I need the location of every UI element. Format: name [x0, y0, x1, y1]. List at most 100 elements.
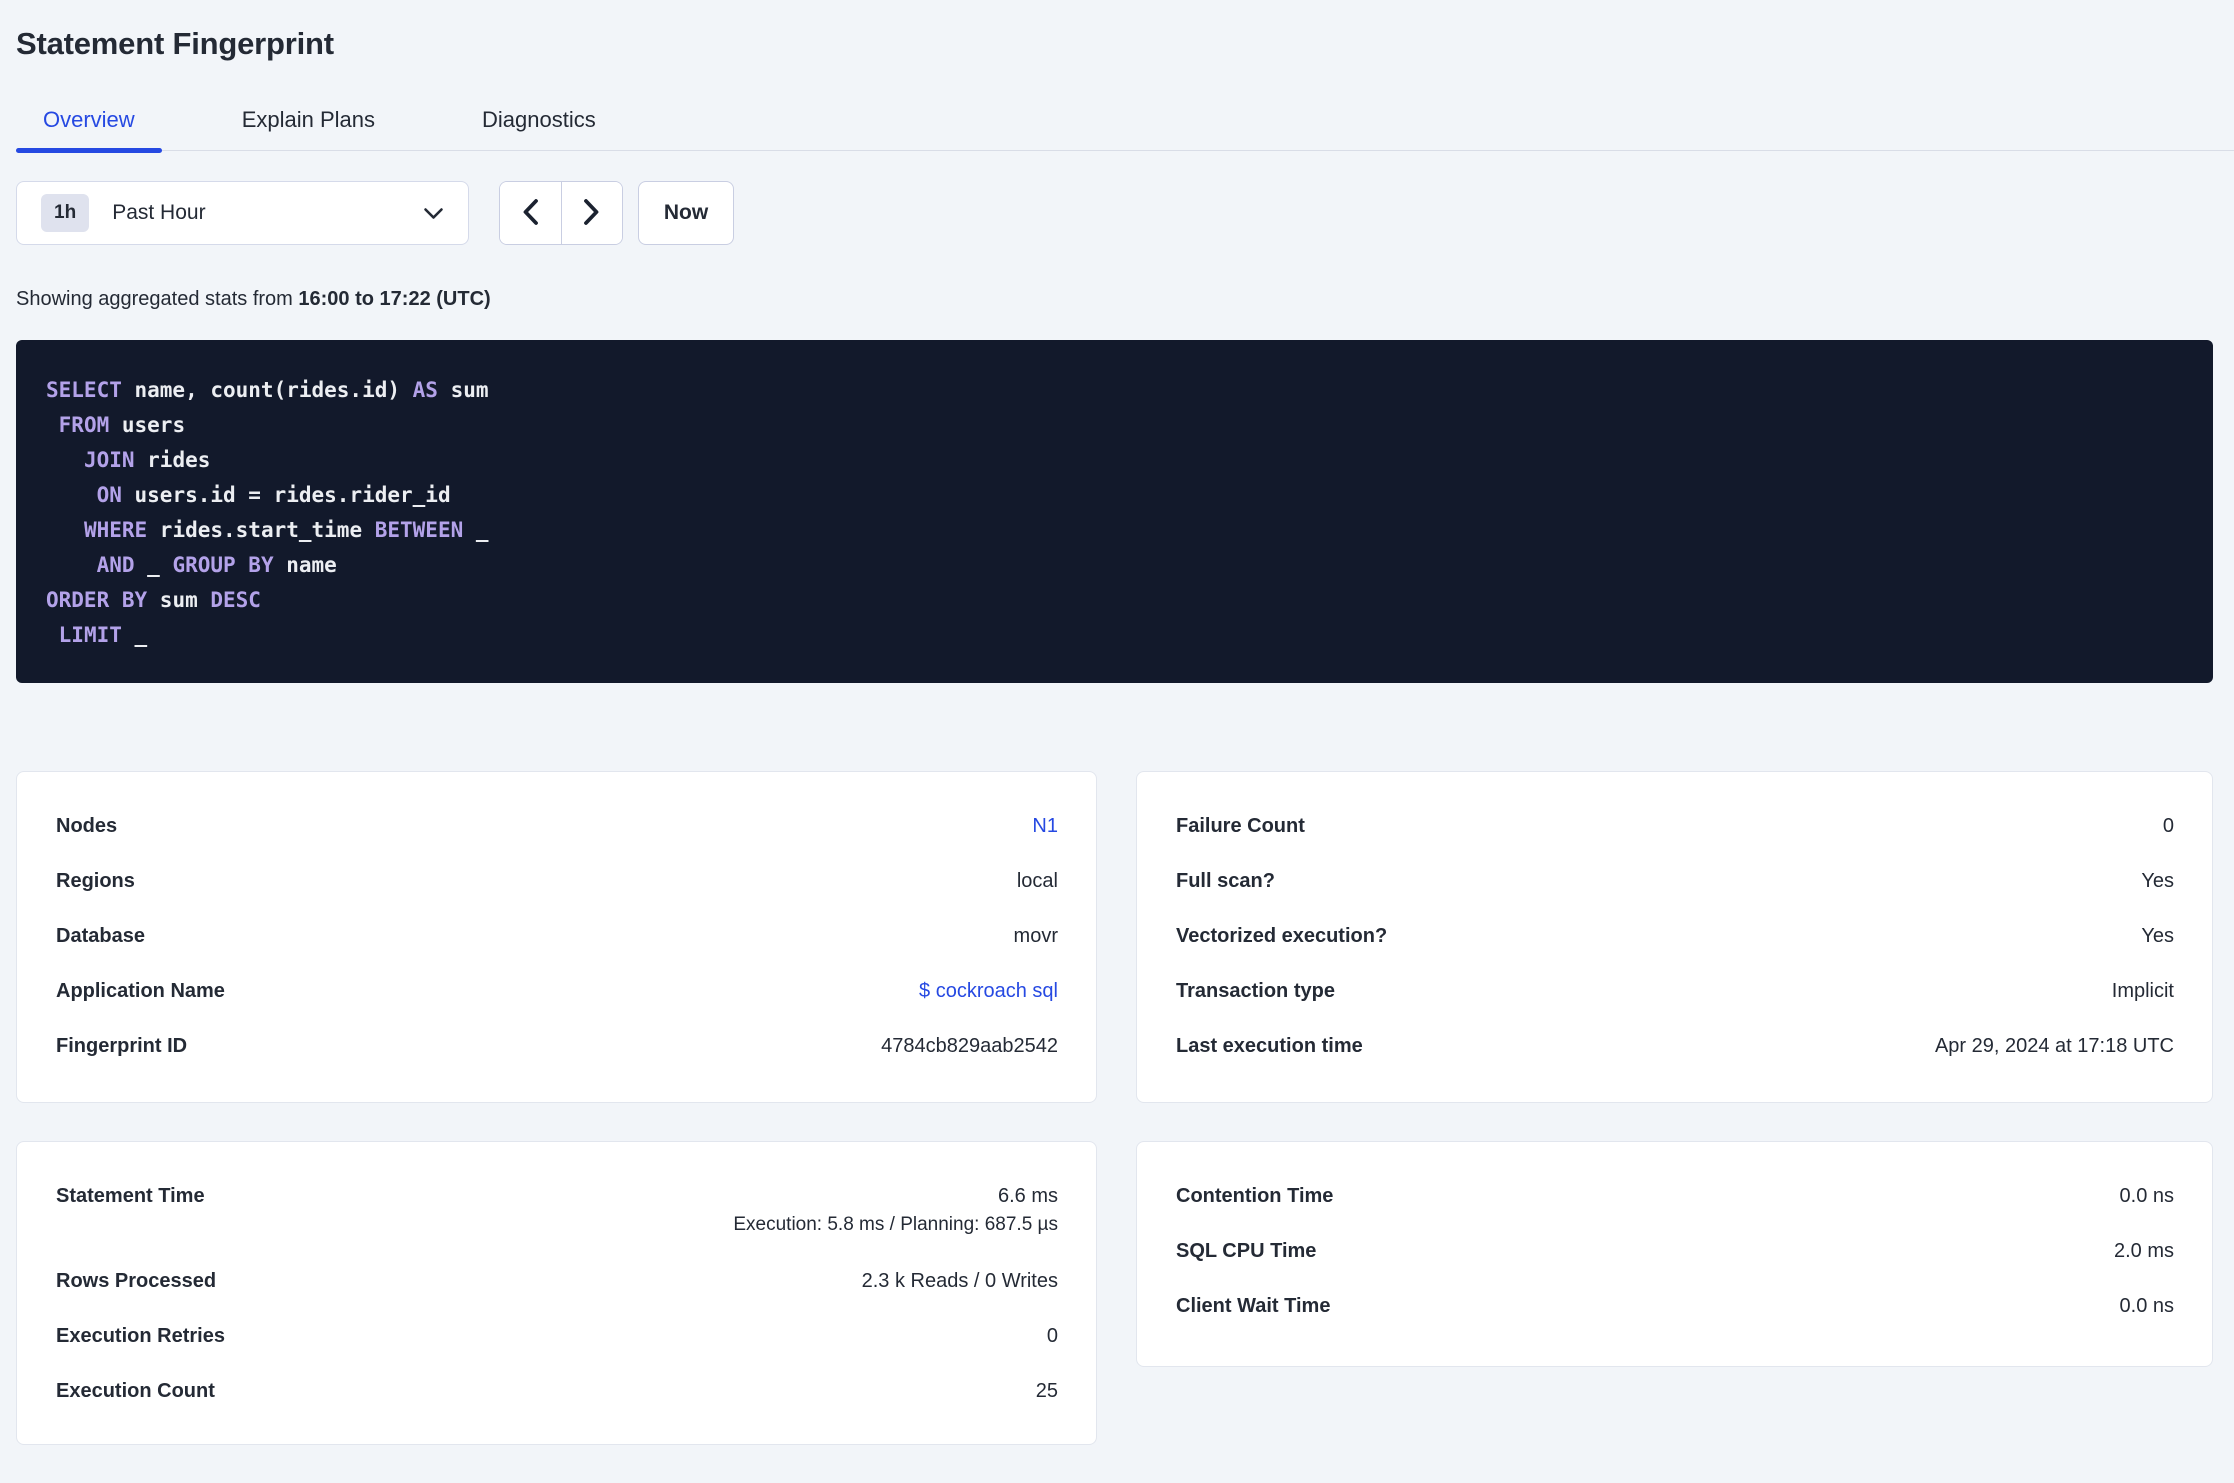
- sql-token: rides: [134, 448, 211, 472]
- row-value: 0: [1046, 1325, 1058, 1347]
- sql-token: ORDER BY: [46, 588, 148, 612]
- sql-token: FROM: [58, 413, 110, 437]
- row-subvalue: Execution: 5.8 ms / Planning: 687.5 µs: [733, 1214, 1058, 1235]
- row-label: Execution Count: [56, 1380, 215, 1402]
- sql-line: JOIN rides: [46, 443, 2183, 478]
- sql-token: _: [121, 623, 148, 647]
- stat-row-statement-time: Statement Time 6.6 ms Execution: 5.8 ms …: [56, 1184, 1058, 1236]
- tab-overview[interactable]: Overview: [16, 107, 162, 153]
- statement-fingerprint-page: Statement Fingerprint Overview Explain P…: [0, 25, 2234, 1445]
- sql-token: SELECT: [46, 378, 122, 402]
- row-value: 2.3 k Reads / 0 Writes: [861, 1270, 1058, 1292]
- row-label: Client Wait Time: [1176, 1295, 1331, 1317]
- sql-token: users: [109, 413, 186, 437]
- row-value: 0.0 ns: [2119, 1295, 2174, 1317]
- stat-row-sql-cpu-time: SQL CPU Time 2.0 ms: [1176, 1239, 2174, 1263]
- sql-line: WHERE rides.start_time BETWEEN _: [46, 513, 2183, 548]
- sql-statement-box: SELECT name, count(rides.id) AS sum FROM…: [16, 340, 2213, 683]
- row-label: Contention Time: [1176, 1185, 1334, 1207]
- row-value: local: [1016, 870, 1058, 892]
- row-label: Execution Retries: [56, 1325, 225, 1347]
- row-value: Yes: [2141, 870, 2174, 892]
- sql-token: _: [463, 518, 489, 542]
- sql-token: DESC: [210, 588, 261, 612]
- sql-token: users.id = rides.rider_id: [121, 483, 451, 507]
- page-title: Statement Fingerprint: [16, 26, 334, 61]
- row-label: Regions: [56, 870, 135, 892]
- sql-token: JOIN: [83, 448, 135, 472]
- time-range-label: Past Hour: [112, 201, 206, 224]
- row-label: Rows Processed: [56, 1270, 217, 1292]
- row-value: 25: [1035, 1380, 1058, 1402]
- detail-row-application-name: Application Name $ cockroach sql: [56, 979, 1058, 1003]
- sql-token: _: [134, 553, 173, 577]
- tab-bar: Overview Explain Plans Diagnostics: [16, 107, 2234, 153]
- stat-row-execution-retries: Execution Retries 0: [56, 1324, 1058, 1348]
- time-range-select[interactable]: 1h Past Hour: [16, 181, 469, 245]
- chevron-right-icon: [583, 198, 600, 229]
- sql-token: rides.start_time: [147, 518, 375, 542]
- tab-explain-plans[interactable]: Explain Plans: [215, 107, 402, 150]
- chevron-down-icon: [423, 207, 444, 220]
- stat-row-rows-processed: Rows Processed 2.3 k Reads / 0 Writes: [56, 1269, 1058, 1293]
- sql-token: sum: [147, 588, 211, 612]
- sql-token: name: [273, 553, 337, 577]
- statement-stats-card: Statement Time 6.6 ms Execution: 5.8 ms …: [16, 1141, 1097, 1445]
- row-label: Last execution time: [1176, 1035, 1363, 1057]
- sql-token: AS: [412, 378, 438, 402]
- detail-row-fingerprint-id: Fingerprint ID 4784cb829aab2542: [56, 1034, 1058, 1058]
- sql-line: FROM users: [46, 408, 2183, 443]
- now-button[interactable]: Now: [638, 181, 734, 245]
- aggregation-note: Showing aggregated stats from 16:00 to 1…: [16, 287, 2213, 311]
- time-interval-badge: 1h: [41, 194, 90, 232]
- detail-row-vectorized-execution: Vectorized execution? Yes: [1176, 924, 2174, 948]
- row-value: 0: [2162, 815, 2174, 837]
- stat-row-contention-time: Contention Time 0.0 ns: [1176, 1184, 2174, 1208]
- time-controls: 1h Past Hour Now: [16, 181, 2213, 245]
- detail-row-last-execution-time: Last execution time Apr 29, 2024 at 17:1…: [1176, 1034, 2174, 1058]
- row-label: Application Name: [56, 980, 225, 1002]
- row-label: Full scan?: [1176, 870, 1275, 892]
- row-label: Failure Count: [1176, 815, 1305, 837]
- detail-row-failure-count: Failure Count 0: [1176, 814, 2174, 838]
- row-label: SQL CPU Time: [1176, 1240, 1317, 1262]
- sql-token: AND: [96, 553, 135, 577]
- time-step-group: [499, 181, 623, 245]
- row-value: movr: [1013, 925, 1058, 947]
- tab-diagnostics[interactable]: Diagnostics: [455, 107, 623, 150]
- nodes-link[interactable]: N1: [1032, 814, 1058, 838]
- row-value: Yes: [2141, 925, 2174, 947]
- row-label: Fingerprint ID: [56, 1035, 188, 1057]
- bottom-cards-row: Statement Time 6.6 ms Execution: 5.8 ms …: [16, 1141, 2213, 1445]
- top-cards-row: Nodes N1 Regions local Database movr App…: [16, 771, 2213, 1103]
- row-value: 0.0 ns: [2119, 1185, 2174, 1207]
- row-label: Transaction type: [1176, 980, 1335, 1002]
- stat-row-client-wait-time: Client Wait Time 0.0 ns: [1176, 1294, 2174, 1318]
- next-interval-button[interactable]: [561, 182, 622, 244]
- sql-line: LIMIT _: [46, 618, 2183, 653]
- wait-stats-card: Contention Time 0.0 ns SQL CPU Time 2.0 …: [1136, 1141, 2213, 1367]
- sql-token: ON: [96, 483, 122, 507]
- overview-details-card: Nodes N1 Regions local Database movr App…: [16, 771, 1097, 1103]
- application-name-link[interactable]: $ cockroach sql: [919, 979, 1058, 1003]
- sql-line: ORDER BY sum DESC: [46, 583, 2183, 618]
- aggregation-note-prefix: Showing aggregated stats from: [16, 288, 299, 310]
- sql-token: LIMIT: [58, 623, 122, 647]
- detail-row-transaction-type: Transaction type Implicit: [1176, 979, 2174, 1003]
- previous-interval-button[interactable]: [500, 182, 562, 244]
- row-value: 4784cb829aab2542: [881, 1035, 1058, 1057]
- sql-token: sum: [437, 378, 489, 402]
- chevron-left-icon: [522, 198, 539, 229]
- row-value-stack: 6.6 ms Execution: 5.8 ms / Planning: 687…: [733, 1184, 1058, 1236]
- execution-attributes-card: Failure Count 0 Full scan? Yes Vectorize…: [1136, 771, 2213, 1103]
- row-value: Implicit: [2111, 980, 2174, 1002]
- stat-row-execution-count: Execution Count 25: [56, 1379, 1058, 1403]
- row-label: Database: [56, 925, 145, 947]
- detail-row-database: Database movr: [56, 924, 1058, 948]
- sql-line: ON users.id = rides.rider_id: [46, 478, 2183, 513]
